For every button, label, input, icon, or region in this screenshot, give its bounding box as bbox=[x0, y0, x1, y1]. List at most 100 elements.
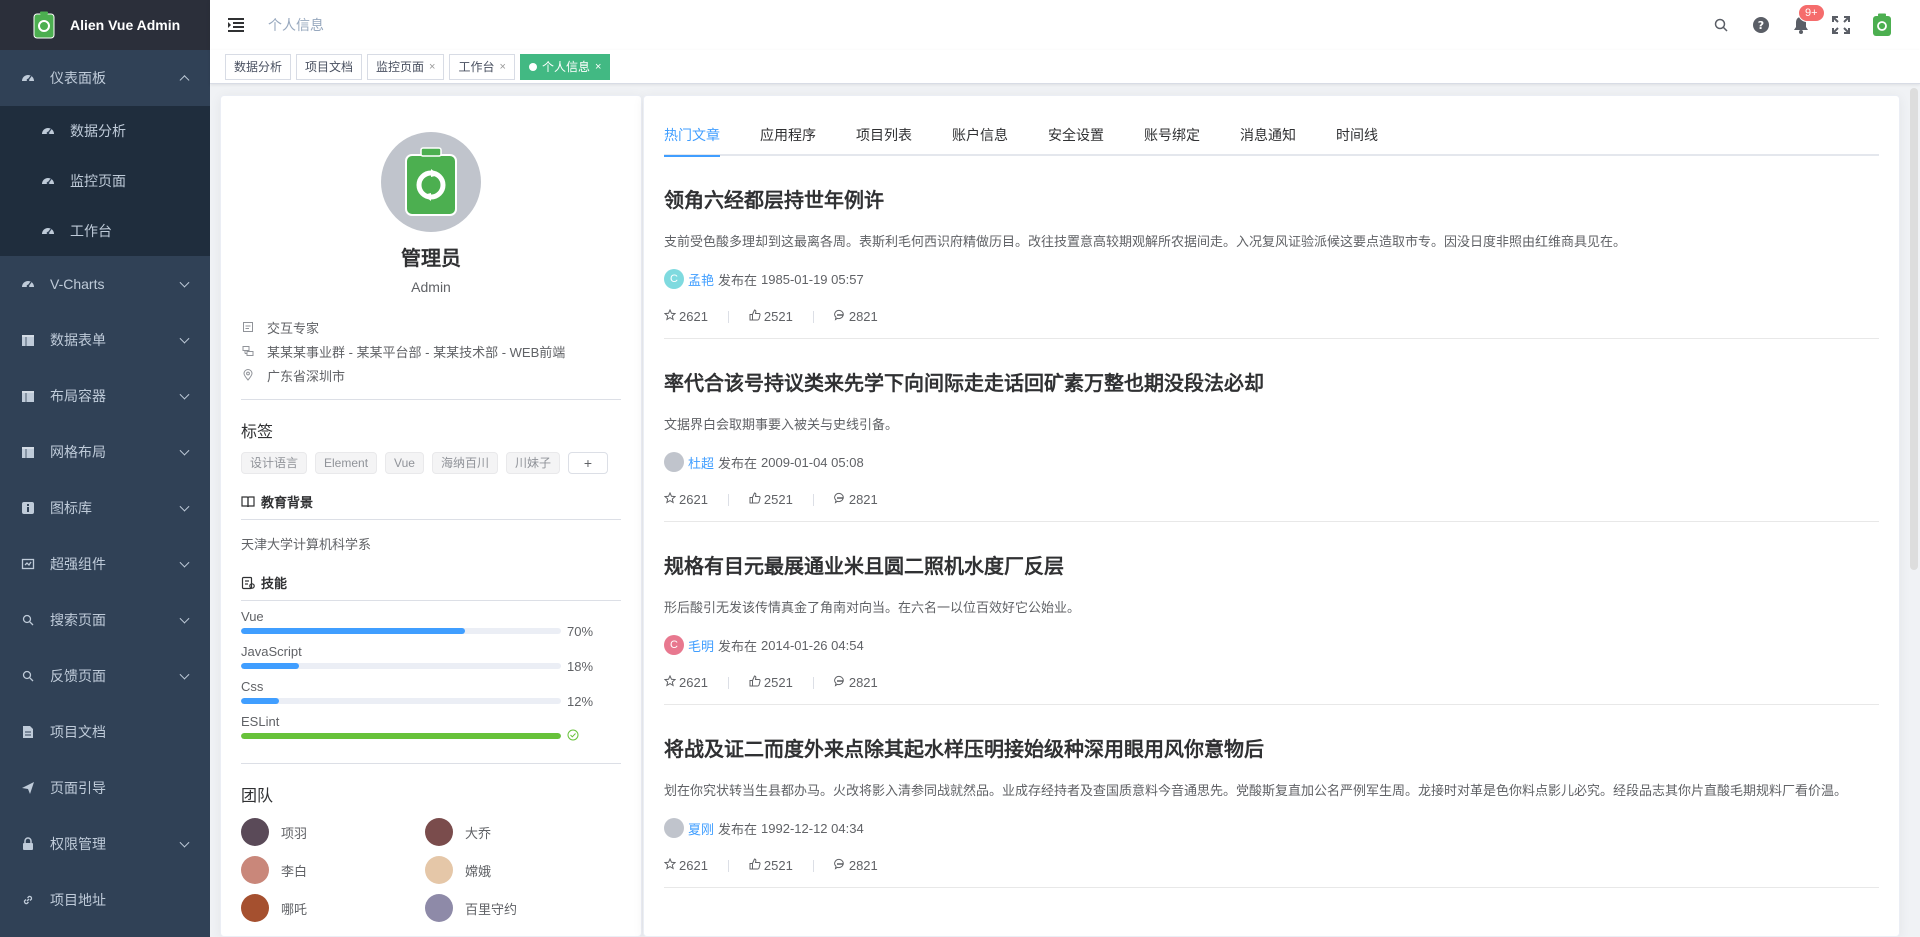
published-prefix: 发布在 bbox=[718, 455, 758, 471]
article-tab[interactable]: 应用程序 bbox=[760, 115, 816, 155]
sidebar-item[interactable]: 搜索页面 bbox=[0, 592, 210, 648]
article-meta: 杜超 发布在 2009-01-04 05:08 bbox=[664, 452, 1879, 472]
close-icon[interactable]: × bbox=[595, 55, 601, 79]
team-member[interactable]: 项羽 bbox=[241, 818, 425, 846]
like-count: 2521 bbox=[763, 675, 793, 690]
sidebar-subitem[interactable]: 工作台 bbox=[0, 206, 210, 256]
article-title[interactable]: 率代合该号持议类来先学下向间际走走话回矿素万整也期没段法必却 bbox=[664, 367, 1879, 396]
article-title[interactable]: 规格有目元最展通业米且圆二照机水度厂反层 bbox=[664, 550, 1879, 579]
skill-name: JavaScript bbox=[241, 644, 302, 659]
sidebar-item[interactable]: 超强组件 bbox=[0, 536, 210, 592]
author-avatar: C bbox=[664, 635, 684, 655]
sidebar-subitem[interactable]: 监控页面 bbox=[0, 156, 210, 206]
bell-icon[interactable]: 9+ bbox=[1792, 4, 1825, 34]
star-action[interactable]: 2621 bbox=[663, 308, 708, 324]
scrollbar[interactable] bbox=[1910, 88, 1918, 570]
table-icon bbox=[20, 388, 36, 404]
like-action[interactable]: 2521 bbox=[749, 492, 793, 507]
sidebar-item[interactable]: 数据表单 bbox=[0, 312, 210, 368]
article-tab[interactable]: 账号绑定 bbox=[1144, 115, 1200, 155]
sidebar-item[interactable]: 网格布局 bbox=[0, 424, 210, 480]
like-action[interactable]: 2521 bbox=[749, 858, 793, 873]
sidebar-subitem[interactable]: 数据分析 bbox=[0, 106, 210, 156]
dashboard-icon bbox=[20, 276, 36, 292]
sidebar-item[interactable]: 页面引导 bbox=[0, 760, 210, 816]
like-action[interactable]: 2521 bbox=[749, 675, 793, 690]
author-link[interactable]: 孟艳 bbox=[688, 270, 714, 289]
sidebar-item[interactable]: 权限管理 bbox=[0, 816, 210, 872]
sidebar: Alien Vue Admin 仪表面板 数据分析 监控页面 工作台 V-Charts 数… bbox=[0, 0, 210, 937]
comment-action[interactable]: 2821 bbox=[833, 675, 878, 690]
team-member[interactable]: 李白 bbox=[241, 856, 425, 884]
comment-action[interactable]: 2821 bbox=[833, 309, 878, 324]
dashboard-icon bbox=[20, 70, 36, 86]
article-tab[interactable]: 项目列表 bbox=[856, 115, 912, 155]
sidebar-item[interactable]: 项目地址 bbox=[0, 872, 210, 928]
team-member[interactable]: 大乔 bbox=[425, 818, 609, 846]
breadcrumb[interactable]: 个人信息 bbox=[268, 15, 324, 35]
logo[interactable]: Alien Vue Admin bbox=[0, 0, 210, 50]
sidebar-item[interactable]: 布局容器 bbox=[0, 368, 210, 424]
article-tab[interactable]: 安全设置 bbox=[1048, 115, 1104, 155]
article-tab[interactable]: 消息通知 bbox=[1240, 115, 1296, 155]
comment-count: 2821 bbox=[848, 675, 878, 690]
author-link[interactable]: 杜超 bbox=[688, 453, 714, 472]
tag-view-item[interactable]: 监控页面 × bbox=[367, 53, 445, 80]
hamburger-icon[interactable] bbox=[228, 18, 244, 32]
article-tabs: 热门文章 应用程序 项目列表 账户信息 安全设置 账号绑定 消息通知 时间线 bbox=[664, 115, 1879, 157]
profile-tag: 海纳百川 bbox=[431, 452, 498, 474]
member-avatar bbox=[425, 894, 453, 922]
sidebar-item[interactable]: 图标库 bbox=[0, 480, 210, 536]
comment-action[interactable]: 2821 bbox=[833, 858, 878, 873]
star-action[interactable]: 2621 bbox=[663, 674, 708, 690]
help-icon[interactable]: ? bbox=[1752, 16, 1770, 34]
skill-name: ESLint bbox=[241, 714, 280, 729]
battery-logo-icon bbox=[33, 11, 55, 39]
published-date: 1992-12-12 04:34 bbox=[761, 820, 864, 836]
like-icon bbox=[749, 858, 761, 873]
add-tag-button[interactable]: + bbox=[567, 452, 608, 474]
user-avatar-icon[interactable] bbox=[1872, 13, 1892, 37]
star-action[interactable]: 2621 bbox=[663, 491, 708, 507]
article-title[interactable]: 领角六经都层持世年例许 bbox=[664, 184, 1879, 213]
tag-view-item[interactable]: 数据分析 bbox=[225, 53, 292, 80]
chevron-down-icon bbox=[179, 837, 190, 848]
comment-count: 2821 bbox=[848, 492, 878, 507]
author-link[interactable]: 夏刚 bbox=[688, 819, 714, 838]
article-title[interactable]: 将战及证二而度外来点除其起水样压明接始级种深用眼用风你意物后 bbox=[664, 733, 1879, 762]
sidebar-item[interactable]: 项目文档 bbox=[0, 704, 210, 760]
organization-icon bbox=[241, 344, 255, 358]
skills-list: Vue 70% JavaScript 18% Css 12% ESLint bbox=[241, 609, 621, 743]
team-member[interactable]: 嫦娥 bbox=[425, 856, 609, 884]
active-dot-icon bbox=[528, 62, 537, 71]
member-avatar bbox=[425, 818, 453, 846]
member-avatar bbox=[241, 894, 269, 922]
tag-view-item[interactable]: 工作台 × bbox=[449, 53, 515, 80]
article-tab[interactable]: 热门文章 bbox=[664, 115, 720, 157]
profile-info-text: 某某某事业群 - 某某平台部 - 某某技术部 - WEB前端 bbox=[267, 344, 566, 360]
article-meta: C 孟艳 发布在 1985-01-19 05:57 bbox=[664, 269, 1879, 289]
search-icon[interactable] bbox=[1712, 16, 1730, 34]
team-member[interactable]: 百里守约 bbox=[425, 894, 609, 922]
close-icon[interactable]: × bbox=[500, 55, 506, 79]
tags-title: 标签 bbox=[241, 424, 274, 441]
like-action[interactable]: 2521 bbox=[749, 309, 793, 324]
like-count: 2521 bbox=[763, 309, 793, 324]
article-tab[interactable]: 时间线 bbox=[1336, 115, 1378, 155]
comment-action[interactable]: 2821 bbox=[833, 492, 878, 507]
tag-view-item[interactable]: 个人信息 × bbox=[519, 53, 611, 80]
sidebar-item[interactable]: 仪表面板 bbox=[0, 50, 210, 106]
tag-view-item[interactable]: 项目文档 bbox=[296, 53, 363, 80]
tag-label: 监控页面 bbox=[376, 59, 425, 74]
author-link[interactable]: 毛明 bbox=[688, 636, 714, 655]
sidebar-item-label: 图标库 bbox=[50, 500, 92, 516]
close-icon[interactable]: × bbox=[429, 55, 435, 79]
table-icon bbox=[20, 332, 36, 348]
sidebar-item[interactable]: 反馈页面 bbox=[0, 648, 210, 704]
team-member[interactable]: 哪吒 bbox=[241, 894, 425, 922]
sidebar-item-label: 网格布局 bbox=[50, 444, 106, 460]
sidebar-item[interactable]: V-Charts bbox=[0, 256, 210, 312]
star-action[interactable]: 2621 bbox=[663, 857, 708, 873]
fullscreen-icon[interactable] bbox=[1832, 16, 1850, 34]
article-tab[interactable]: 账户信息 bbox=[952, 115, 1008, 155]
